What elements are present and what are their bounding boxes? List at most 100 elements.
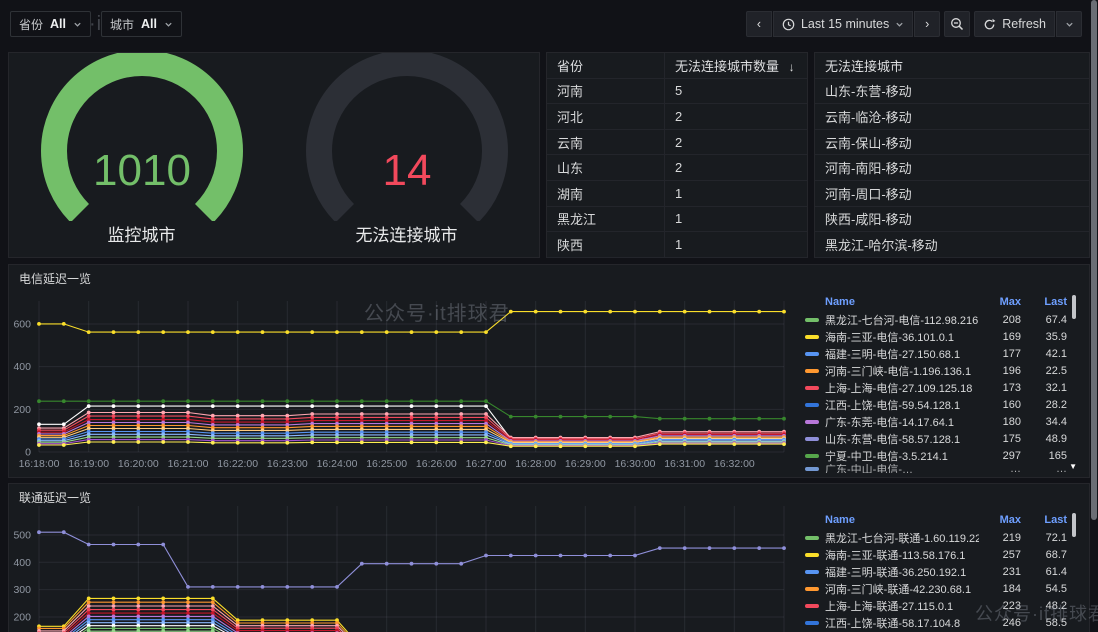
legend-header: Name Max Last xyxy=(803,293,1079,311)
y-axis-tick: 200 xyxy=(13,404,31,416)
series-last: 58.5 xyxy=(1027,617,1067,629)
legend-row[interactable]: 上海-上海-电信-27.109.125.1817332.1 xyxy=(803,379,1079,396)
series-max: 175 xyxy=(985,433,1021,445)
panel-title[interactable]: 联通延迟一览 xyxy=(9,484,1089,506)
legend-row[interactable]: 广东-中山-电信-……… xyxy=(803,464,1079,473)
y-axis-tick: 500 xyxy=(13,529,31,541)
series-name: 福建-三明-电信-27.150.68.1 xyxy=(825,346,979,362)
panel-title[interactable]: 电信延迟一览 xyxy=(9,265,1089,287)
time-range-picker[interactable]: Last 15 minutes xyxy=(773,11,913,37)
legend-row[interactable]: 广东-东莞-电信-14.17.64.118034.4 xyxy=(803,413,1079,430)
series-line xyxy=(39,598,784,632)
legend-col-last[interactable]: Last xyxy=(1027,514,1067,526)
refresh-interval-dropdown[interactable] xyxy=(1056,11,1082,37)
y-axis-tick: 400 xyxy=(13,361,31,373)
list-body: 山东-东营-移动云南-临沧-移动云南-保山-移动河南-南阳-移动河南-周口-移动… xyxy=(815,79,1089,258)
legend-col-max[interactable]: Max xyxy=(985,514,1021,526)
legend-row[interactable]: 海南-三亚-电信-36.101.0.116935.9 xyxy=(803,328,1079,345)
count-cell: 2 xyxy=(665,109,807,124)
legend-row[interactable]: 上海-上海-联通-27.115.0.122348.2 xyxy=(803,597,1079,614)
legend-row[interactable]: 江西-上饶-联通-58.17.104.824658.5 xyxy=(803,614,1079,631)
count-cell: 2 xyxy=(665,160,807,175)
x-axis-tick: 16:30:00 xyxy=(615,458,656,470)
time-forward-button[interactable]: › xyxy=(914,11,940,37)
column-header-province[interactable]: 省份 xyxy=(547,53,665,78)
city-filter[interactable]: 城市 All xyxy=(101,11,182,37)
province-cell: 河北 xyxy=(547,104,665,129)
list-header: 无法连接城市 xyxy=(815,53,1089,79)
legend-row[interactable]: 黑龙江-七台河-联通-1.60.119.22221972.1 xyxy=(803,529,1079,546)
series-color-swatch xyxy=(805,318,819,322)
series-max: 184 xyxy=(985,583,1021,595)
series-max: 177 xyxy=(985,348,1021,360)
series-name: 江西-上饶-联通-58.17.104.8 xyxy=(825,615,979,631)
legend-row[interactable]: 福建-三明-联通-36.250.192.123161.4 xyxy=(803,563,1079,580)
chevron-down-icon xyxy=(1065,20,1074,29)
series-color-swatch xyxy=(805,553,819,557)
series-max: 173 xyxy=(985,382,1021,394)
chevron-down-icon xyxy=(164,20,173,29)
time-back-button[interactable]: ‹ xyxy=(746,11,772,37)
sort-desc-icon: ↓ xyxy=(789,60,795,74)
series-max: 208 xyxy=(985,314,1021,326)
column-header-count[interactable]: 无法连接城市数量 ↓ xyxy=(665,56,807,75)
list-item: 山东-东营-移动 xyxy=(815,79,1089,105)
province-filter[interactable]: 省份 All xyxy=(10,11,91,37)
legend-row[interactable]: 宁夏-中卫-电信-3.5.214.1297165 xyxy=(803,447,1079,464)
city-filter-value: All xyxy=(141,17,157,31)
series-last: 22.5 xyxy=(1027,365,1067,377)
x-axis-tick: 16:24:00 xyxy=(317,458,358,470)
legend-col-name[interactable]: Name xyxy=(805,296,979,308)
province-cell: 山东 xyxy=(547,155,665,180)
series-last: 54.5 xyxy=(1027,583,1067,595)
page-scrollbar[interactable] xyxy=(1091,0,1097,632)
legend-row[interactable]: 河南-三门峡-联通-42.230.68.118454.5 xyxy=(803,580,1079,597)
series-max: 180 xyxy=(985,416,1021,428)
series-line xyxy=(39,616,784,632)
unicom-latency-panel: 联通延迟一览 200300400500 NameMaxLast黑龙江-七台河-联… xyxy=(8,483,1090,632)
series-color-swatch xyxy=(805,604,819,608)
legend-row[interactable]: 山东-东营-电信-58.57.128.117548.9 xyxy=(803,430,1079,447)
count-cell: 1 xyxy=(665,211,807,226)
series-last: 67.4 xyxy=(1027,314,1067,326)
legend-row[interactable]: 黑龙江-七台河-电信-112.98.216.1 208 67.4 xyxy=(803,311,1079,328)
count-cell: 5 xyxy=(665,83,807,98)
count-cell: 2 xyxy=(665,135,807,150)
legend-row[interactable]: 河南-三门峡-电信-1.196.136.119622.5 xyxy=(803,362,1079,379)
legend-col-last[interactable]: Last xyxy=(1027,296,1067,308)
zoom-out-button[interactable] xyxy=(944,11,970,37)
series-last: 48.2 xyxy=(1027,600,1067,612)
telecom-legend: ▼ NameMaxLast黑龙江-七台河-电信-112.98.216.12086… xyxy=(803,293,1079,473)
province-cell: 云南 xyxy=(547,130,665,155)
legend-col-max[interactable]: Max xyxy=(985,296,1021,308)
legend-col-name[interactable]: Name xyxy=(805,514,979,526)
series-last: 42.1 xyxy=(1027,348,1067,360)
province-filter-label: 省份 xyxy=(19,16,43,33)
legend-scrollbar[interactable] xyxy=(1072,513,1076,537)
series-last: 28.2 xyxy=(1027,399,1067,411)
series-name: 黑龙江-七台河-电信-112.98.216.1 xyxy=(825,312,979,328)
series-last: 32.1 xyxy=(1027,382,1067,394)
page-scrollbar-thumb[interactable] xyxy=(1091,0,1097,520)
series-last: 72.1 xyxy=(1027,532,1067,544)
table-header-row: 省份 无法连接城市数量 ↓ xyxy=(547,53,807,79)
x-axis-tick: 16:29:00 xyxy=(565,458,606,470)
series-name: 海南-三亚-联通-113.58.176.1 xyxy=(825,547,979,563)
gauge-label: 无法连接城市 xyxy=(274,221,539,246)
unicom-legend: Name Max Last 黑龙江-七台河-联通-1.60.119.22221972.… xyxy=(803,511,1079,632)
y-axis-tick: 200 xyxy=(13,611,31,623)
count-cell: 1 xyxy=(665,237,807,252)
legend-row[interactable]: 福建-三明-电信-27.150.68.1 177 42.1 xyxy=(803,345,1079,362)
city-filter-label: 城市 xyxy=(110,16,134,33)
legend-row[interactable]: 江西-上饶-电信-59.54.128.116028.2 xyxy=(803,396,1079,413)
province-filter-value: All xyxy=(50,17,66,31)
series-color-swatch xyxy=(805,335,819,339)
series-max: 160 xyxy=(985,399,1021,411)
legend-row[interactable]: 海南-三亚-联通-113.58.176.125768.7 xyxy=(803,546,1079,563)
time-range-label: Last 15 minutes xyxy=(801,17,889,31)
refresh-button[interactable]: Refresh xyxy=(974,11,1055,37)
y-axis-tick: 400 xyxy=(13,557,31,569)
legend-scrollbar[interactable] xyxy=(1072,295,1076,319)
chevron-down-icon xyxy=(73,20,82,29)
topbar: 省份 All 城市 All ‹ Last 15 minutes xyxy=(0,0,1098,46)
